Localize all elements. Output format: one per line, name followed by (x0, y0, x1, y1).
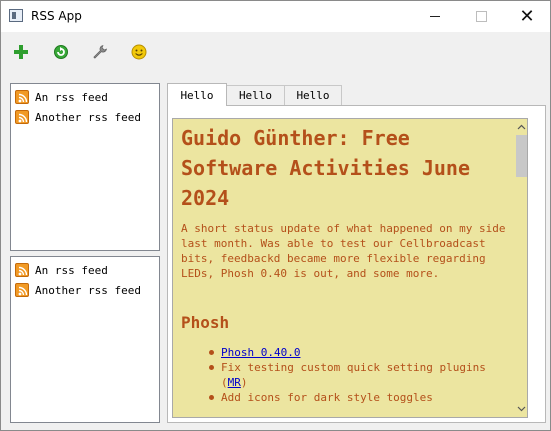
maximize-icon (475, 11, 487, 22)
close-icon: ✕ (519, 5, 535, 27)
refresh-button[interactable] (49, 40, 73, 64)
scrollbar-thumb[interactable] (516, 135, 527, 177)
tab-bar: Hello Hello Hello (167, 83, 547, 106)
tab-hello-3[interactable]: Hello (284, 85, 342, 105)
vertical-scrollbar[interactable] (515, 119, 527, 417)
feed-item[interactable]: Another rss feed (11, 107, 159, 127)
article-view: Guido Günther: Free Software Activities … (172, 118, 528, 418)
rss-icon (15, 283, 29, 297)
maximize-button[interactable] (458, 1, 504, 32)
list-item: Fix testing custom quick setting plugins… (209, 360, 509, 390)
minimize-button[interactable] (412, 1, 458, 32)
smiley-button[interactable] (127, 40, 151, 64)
settings-button[interactable] (88, 40, 112, 64)
list-item: Phosh 0.40.0 (209, 345, 509, 360)
section-heading: Phosh (181, 313, 230, 332)
scroll-down-button[interactable] (515, 402, 527, 416)
bullet-list: Phosh 0.40.0 Fix testing custom quick se… (209, 345, 509, 405)
toolbar (1, 32, 550, 72)
window-title: RSS App (31, 9, 82, 23)
tab-hello-2[interactable]: Hello (226, 85, 285, 105)
feed-list-bottom: An rss feed Another rss feed (10, 256, 160, 423)
chevron-up-icon (517, 124, 526, 130)
tab-hello-1[interactable]: Hello (167, 83, 227, 106)
wrench-icon (93, 45, 107, 59)
close-button[interactable]: ✕ (504, 1, 550, 32)
list-item-text: Fix testing custom quick setting plugins… (221, 361, 486, 389)
minimize-icon (430, 16, 440, 17)
scroll-up-button[interactable] (515, 120, 527, 134)
title-bar: RSS App ✕ (1, 1, 550, 32)
list-item: Add icons for dark style toggles (209, 390, 509, 405)
app-window-icon (9, 9, 23, 22)
mr-link[interactable]: MR (228, 376, 241, 389)
add-feed-button[interactable] (9, 40, 33, 64)
feed-item-label: An rss feed (35, 263, 108, 277)
phosh-release-link[interactable]: Phosh 0.40.0 (221, 346, 300, 359)
tab-panel: Guido Günther: Free Software Activities … (167, 105, 546, 423)
feed-item[interactable]: Another rss feed (11, 280, 159, 300)
list-item-text-end: ) (240, 376, 248, 389)
add-icon (14, 45, 28, 59)
feed-item[interactable]: An rss feed (11, 87, 159, 107)
list-item-text: Add icons for dark style toggles (221, 391, 433, 404)
rss-icon (15, 110, 29, 124)
chevron-down-icon (517, 406, 526, 412)
feed-item-label: An rss feed (35, 90, 108, 104)
app-window: RSS App ✕ An rss feed Another rss feed A… (0, 0, 551, 431)
article-title: Guido Günther: Free Software Activities … (181, 126, 470, 210)
rss-icon (15, 90, 29, 104)
rss-icon (15, 263, 29, 277)
refresh-icon (54, 45, 68, 59)
feed-item-label: Another rss feed (35, 110, 141, 124)
article-summary: A short status update of what happened o… (181, 222, 506, 280)
feed-item-label: Another rss feed (35, 283, 141, 297)
smiley-icon (131, 44, 147, 60)
feed-list-top: An rss feed Another rss feed (10, 83, 160, 251)
feed-item[interactable]: An rss feed (11, 260, 159, 280)
